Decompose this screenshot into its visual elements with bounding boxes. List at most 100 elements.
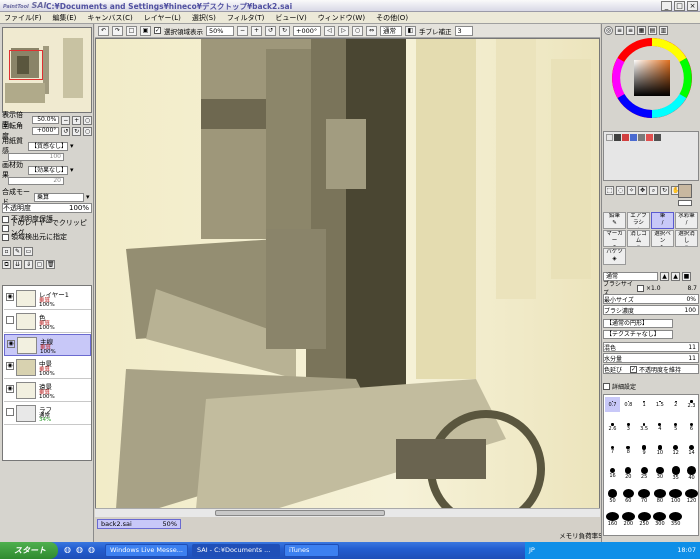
eye-icon[interactable]: ◉ — [6, 293, 14, 301]
brush-shape-2-icon[interactable]: ▲ — [671, 271, 680, 281]
zoom-slider[interactable]: 50.0% — [31, 116, 60, 124]
merge-button[interactable]: ⇓ — [24, 259, 33, 269]
brush-size-cell[interactable]: 120 — [684, 489, 699, 504]
protect-opacity-checkbox[interactable] — [2, 215, 9, 223]
brush-shape-select[interactable]: 【通常の円形】 — [603, 318, 673, 328]
copy-layer-button[interactable]: ⧉ — [2, 259, 11, 269]
density-slider[interactable]: ブラシ濃度 100 — [603, 305, 699, 315]
brush-size-cell[interactable]: 7 — [605, 443, 620, 458]
palette-swatch[interactable] — [614, 134, 621, 141]
rotate-left-button[interactable]: ↺ — [265, 25, 276, 36]
task-itunes[interactable]: iTunes — [284, 544, 339, 557]
move-icon[interactable]: ✥ — [638, 186, 647, 195]
palette-swatch[interactable] — [654, 134, 661, 141]
layer-item-lineart[interactable]: ◉ 主線 乗算 100% — [4, 334, 91, 356]
scratchpad-mode-button[interactable]: ▤ — [648, 26, 657, 35]
brush-size-mult[interactable]: ×1.0 — [646, 285, 661, 292]
magic-wand-icon[interactable]: ✧ — [627, 186, 636, 195]
mix-slider[interactable]: 混色 11 — [603, 342, 699, 352]
tool-bucket[interactable]: バケツ ◈ — [603, 248, 626, 265]
brush-effect-select[interactable]: 【効果なし】 — [28, 165, 68, 175]
selection-display-checkbox[interactable]: ✓ — [154, 27, 161, 34]
brush-shape-3-icon[interactable]: ■ — [682, 271, 691, 281]
mode-select[interactable]: 通常 — [380, 25, 402, 36]
start-button[interactable]: スタート — [0, 542, 58, 559]
menu-other[interactable]: その他(O) — [376, 13, 408, 23]
tool-brush[interactable]: 筆 / — [651, 212, 674, 229]
brush-size-cell[interactable]: 4 — [652, 420, 667, 435]
rotate-reset-button[interactable]: ○ — [83, 126, 92, 136]
quick-launch-icon[interactable]: ◍ — [88, 545, 95, 554]
rotate-cw-button[interactable]: ▷ — [338, 25, 349, 36]
brush-texture-select[interactable]: 【テクスチャなし】 — [603, 329, 673, 339]
tool-marker[interactable]: マーカー▮ — [603, 230, 626, 247]
brush-size-cell[interactable]: 12 — [668, 443, 683, 458]
brush-size-cell[interactable]: 40 — [684, 466, 699, 481]
brush-shape-1-icon[interactable]: ▲ — [660, 271, 669, 281]
paper-texture-select[interactable]: 【質感なし】 — [28, 141, 68, 151]
brush-size-cell[interactable]: 3.5 — [637, 420, 652, 435]
mode-toggle-button[interactable]: ◧ — [405, 25, 416, 36]
brush-size-cell[interactable]: 80 — [652, 489, 667, 504]
eye-icon[interactable]: ◉ — [6, 385, 14, 393]
reset-rotation-button[interactable]: ○ — [352, 25, 363, 36]
rotate-right-small-button[interactable]: ↻ — [72, 126, 82, 136]
opacity-slider[interactable]: 不透明度 100% — [2, 203, 92, 213]
layer-item-background[interactable]: ◉ 遠景 乗算 100% — [4, 380, 91, 402]
brush-size-cell[interactable]: 20 — [621, 466, 636, 481]
new-folder-button[interactable]: ▭ — [24, 246, 33, 256]
quick-launch-icon[interactable]: ◍ — [64, 545, 71, 554]
brush-size-cell[interactable]: 0.7 — [605, 397, 620, 412]
menu-edit[interactable]: 編集(E) — [53, 13, 77, 23]
menu-canvas[interactable]: キャンバス(C) — [87, 13, 132, 23]
zoom-in-button[interactable]: + — [251, 25, 262, 36]
eye-icon[interactable]: ◉ — [7, 340, 15, 348]
brush-size-cell[interactable]: 3 — [621, 420, 636, 435]
color-wheel[interactable] — [612, 38, 692, 118]
zoom-out-button[interactable]: − — [237, 25, 248, 36]
brush-size-cell[interactable]: 1.5 — [652, 397, 667, 412]
close-button[interactable]: × — [687, 1, 698, 11]
brush-size-cell[interactable]: 1 — [637, 397, 652, 412]
delete-layer-icon[interactable]: 🗑 — [46, 259, 55, 269]
tool-select-pen[interactable]: 選択ペン✎ — [651, 230, 674, 247]
brush-size-cell[interactable]: 50 — [605, 489, 620, 504]
language-indicator[interactable]: JP — [529, 546, 535, 554]
blend-mode-select[interactable]: 乗算 — [34, 192, 84, 202]
brush-size-cell[interactable]: 5 — [668, 420, 683, 435]
zoom-plus-button[interactable]: + — [72, 115, 82, 125]
color-palette[interactable] — [603, 131, 699, 181]
menu-file[interactable]: ファイル(F) — [4, 13, 42, 23]
brush-size-cell[interactable]: 350 — [668, 512, 683, 527]
palette-swatch[interactable] — [638, 134, 645, 141]
brush-size-cell[interactable]: 100 — [668, 489, 683, 504]
quick-launch-icon[interactable]: ◍ — [76, 545, 83, 554]
maximize-button[interactable]: □ — [674, 1, 685, 11]
brush-size-cell[interactable]: 6 — [684, 420, 699, 435]
horizontal-scrollbar[interactable] — [95, 508, 600, 517]
brush-size-cell[interactable]: 250 — [637, 512, 652, 527]
zoom-reset-button[interactable]: ○ — [83, 115, 92, 125]
eye-icon[interactable]: ◉ — [6, 362, 14, 370]
tool-watercolor[interactable]: 水彩筆 / — [675, 212, 698, 229]
hsv-slider-mode-button[interactable]: ≡ — [626, 26, 635, 35]
rotate-left-small-button[interactable]: ↺ — [61, 126, 71, 136]
brush-size-cell[interactable]: 0.8 — [621, 397, 636, 412]
rotate-right-button[interactable]: ↻ — [279, 25, 290, 36]
eye-icon[interactable] — [6, 316, 14, 324]
lasso-icon[interactable]: ◌ — [616, 186, 625, 195]
menu-filter[interactable]: フィルタ(T) — [227, 13, 265, 23]
palette-swatch[interactable] — [630, 134, 637, 141]
layer-item-midground[interactable]: ◉ 中景 乗算 100% — [4, 357, 91, 379]
scrollbar-thumb[interactable] — [215, 510, 385, 516]
task-messenger[interactable]: Windows Live Messe... — [105, 544, 188, 557]
zoom-icon[interactable]: ⌕ — [649, 186, 658, 195]
tool-airbrush[interactable]: エアブラシ∴ — [627, 212, 650, 229]
new-layer-button[interactable]: ▫ — [2, 246, 11, 256]
canvas[interactable] — [95, 38, 600, 516]
tool-select-eraser[interactable]: 選択消し▯ — [675, 230, 698, 247]
rect-select-icon[interactable]: ⬚ — [605, 186, 614, 195]
eye-icon[interactable] — [6, 408, 14, 416]
task-sai[interactable]: SAI - C:¥Documents ... — [192, 544, 280, 557]
stabilizer-select[interactable]: 3 — [454, 25, 473, 36]
